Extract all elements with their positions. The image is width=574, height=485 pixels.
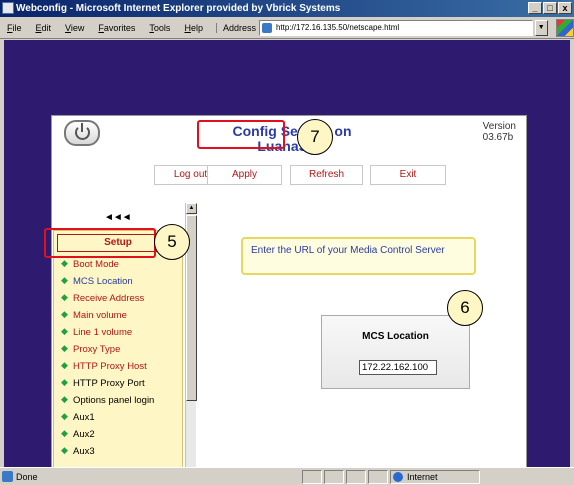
- menu-help[interactable]: Help: [177, 23, 210, 33]
- ie-status-icon: [2, 470, 13, 482]
- page-icon: [261, 22, 272, 33]
- sidebar-item-label: Aux1: [73, 412, 95, 423]
- sidebar-item[interactable]: ◆ Proxy Type: [54, 341, 182, 358]
- sidebar-item-label: HTTP Proxy Port: [73, 378, 145, 389]
- sidebar-item-label: Options panel login: [73, 395, 155, 406]
- sidebar-item-label: Receive Address: [73, 293, 145, 304]
- callout-6: 6: [447, 290, 483, 326]
- version-value: 03.67b: [482, 132, 514, 143]
- status-text-area: Done: [0, 470, 300, 482]
- sidebar-item[interactable]: ◆ Receive Address: [54, 290, 182, 307]
- callout-7: 7: [297, 119, 333, 155]
- address-input[interactable]: http://172.16.135.50/netscape.html: [258, 19, 533, 36]
- maximize-button[interactable]: □: [543, 2, 557, 14]
- address-dropdown-button[interactable]: ▼: [534, 19, 548, 36]
- power-button[interactable]: [64, 120, 100, 146]
- mcs-location-title: MCS Location: [362, 331, 429, 342]
- close-button[interactable]: x: [558, 2, 572, 14]
- status-cell: [302, 469, 322, 484]
- window-controls: _ □ x: [528, 2, 572, 14]
- status-cell: [368, 469, 388, 484]
- sidebar-item-label: HTTP Proxy Host: [73, 361, 147, 372]
- sidebar-item-label: Aux2: [73, 429, 95, 440]
- menu-edit[interactable]: Edit: [29, 23, 59, 33]
- status-text: Done: [16, 471, 38, 482]
- mcs-location-input[interactable]: 172.22.162.100: [359, 360, 437, 375]
- security-zone: Internet: [390, 469, 480, 484]
- sidebar-item[interactable]: ◆ Aux1: [54, 409, 182, 426]
- setup-nav: Setup ◆ Boot Mode ◆ MCS Location ◆ Receive Ad…: [53, 230, 183, 482]
- apply-highlight: [197, 120, 285, 149]
- callout-5: 5: [154, 224, 190, 260]
- sidebar-item[interactable]: ◆ HTTP Proxy Host: [54, 358, 182, 375]
- bullet-icon: ◆: [61, 377, 68, 387]
- menu-view[interactable]: View: [58, 23, 91, 33]
- window-title: Webconfig - Microsoft Internet Explorer …: [16, 3, 341, 14]
- bullet-icon: ◆: [61, 309, 68, 319]
- globe-icon: [393, 471, 403, 482]
- scroll-up-button[interactable]: ▲: [186, 203, 197, 214]
- menu-favorites[interactable]: Favorites: [91, 23, 142, 33]
- status-cell: [346, 469, 366, 484]
- bullet-icon: ◆: [61, 292, 68, 302]
- power-icon-line: [81, 123, 83, 132]
- status-cell: [324, 469, 344, 484]
- mcs-location-highlight: [44, 228, 156, 258]
- sidebar-item[interactable]: ◆ Aux3: [54, 443, 182, 460]
- sidebar-item-label: MCS Location: [73, 276, 133, 287]
- bullet-icon: ◆: [61, 445, 68, 455]
- menu-file[interactable]: File: [0, 23, 29, 33]
- bullet-icon: ◆: [61, 275, 68, 285]
- status-bar: Done Internet: [0, 467, 574, 485]
- sidebar-item[interactable]: ◆ Main volume: [54, 307, 182, 324]
- mcs-location-form: MCS Location 172.22.162.100: [321, 315, 470, 389]
- address-label: Address: [215, 22, 256, 33]
- bullet-icon: ◆: [61, 411, 68, 421]
- windows-logo-icon: [555, 18, 574, 37]
- exit-button[interactable]: Exit: [370, 165, 446, 185]
- bullet-icon: ◆: [61, 343, 68, 353]
- sidebar-item[interactable]: ◆ Aux2: [54, 426, 182, 443]
- info-message: Enter the URL of your Media Control Serv…: [241, 237, 476, 275]
- refresh-button[interactable]: Refresh: [290, 165, 363, 185]
- sidebar-item[interactable]: ◆ MCS Location: [54, 273, 182, 290]
- sidebar-item[interactable]: ◆ Options panel login: [54, 392, 182, 409]
- menu-bar: File Edit View Favorites Tools Help Addr…: [0, 17, 574, 39]
- bullet-icon: ◆: [61, 326, 68, 336]
- sidebar-item-label: Main volume: [73, 310, 127, 321]
- sidebar-item[interactable]: ◆ Boot Mode: [54, 256, 182, 273]
- bullet-icon: ◆: [61, 360, 68, 370]
- bullet-icon: ◆: [61, 428, 68, 438]
- apply-button[interactable]: Apply: [207, 165, 282, 185]
- back-arrows[interactable]: ◄◄◄: [104, 212, 132, 223]
- zone-text: Internet: [407, 471, 438, 482]
- ie-app-icon: [2, 2, 14, 14]
- setup-nav-list: ◆ Boot Mode ◆ MCS Location ◆ Receive Address ◆…: [54, 256, 182, 460]
- sidebar-item-label: Aux3: [73, 446, 95, 457]
- bullet-icon: ◆: [61, 394, 68, 404]
- window-title-bar: Webconfig - Microsoft Internet Explorer …: [0, 0, 574, 17]
- version-label: Version: [482, 121, 516, 132]
- version-info: Version 03.67b: [483, 121, 516, 143]
- sidebar-item-label: Line 1 volume: [73, 327, 133, 338]
- sidebar-item-label: Boot Mode: [73, 259, 119, 270]
- sidebar-item[interactable]: ◆ Line 1 volume: [54, 324, 182, 341]
- bullet-icon: ◆: [61, 258, 68, 268]
- sidebar-item[interactable]: ◆ HTTP Proxy Port: [54, 375, 182, 392]
- sidebar-item-label: Proxy Type: [73, 344, 121, 355]
- menu-tools[interactable]: Tools: [142, 23, 177, 33]
- address-value: http://172.16.135.50/netscape.html: [275, 22, 400, 32]
- minimize-button[interactable]: _: [528, 2, 542, 14]
